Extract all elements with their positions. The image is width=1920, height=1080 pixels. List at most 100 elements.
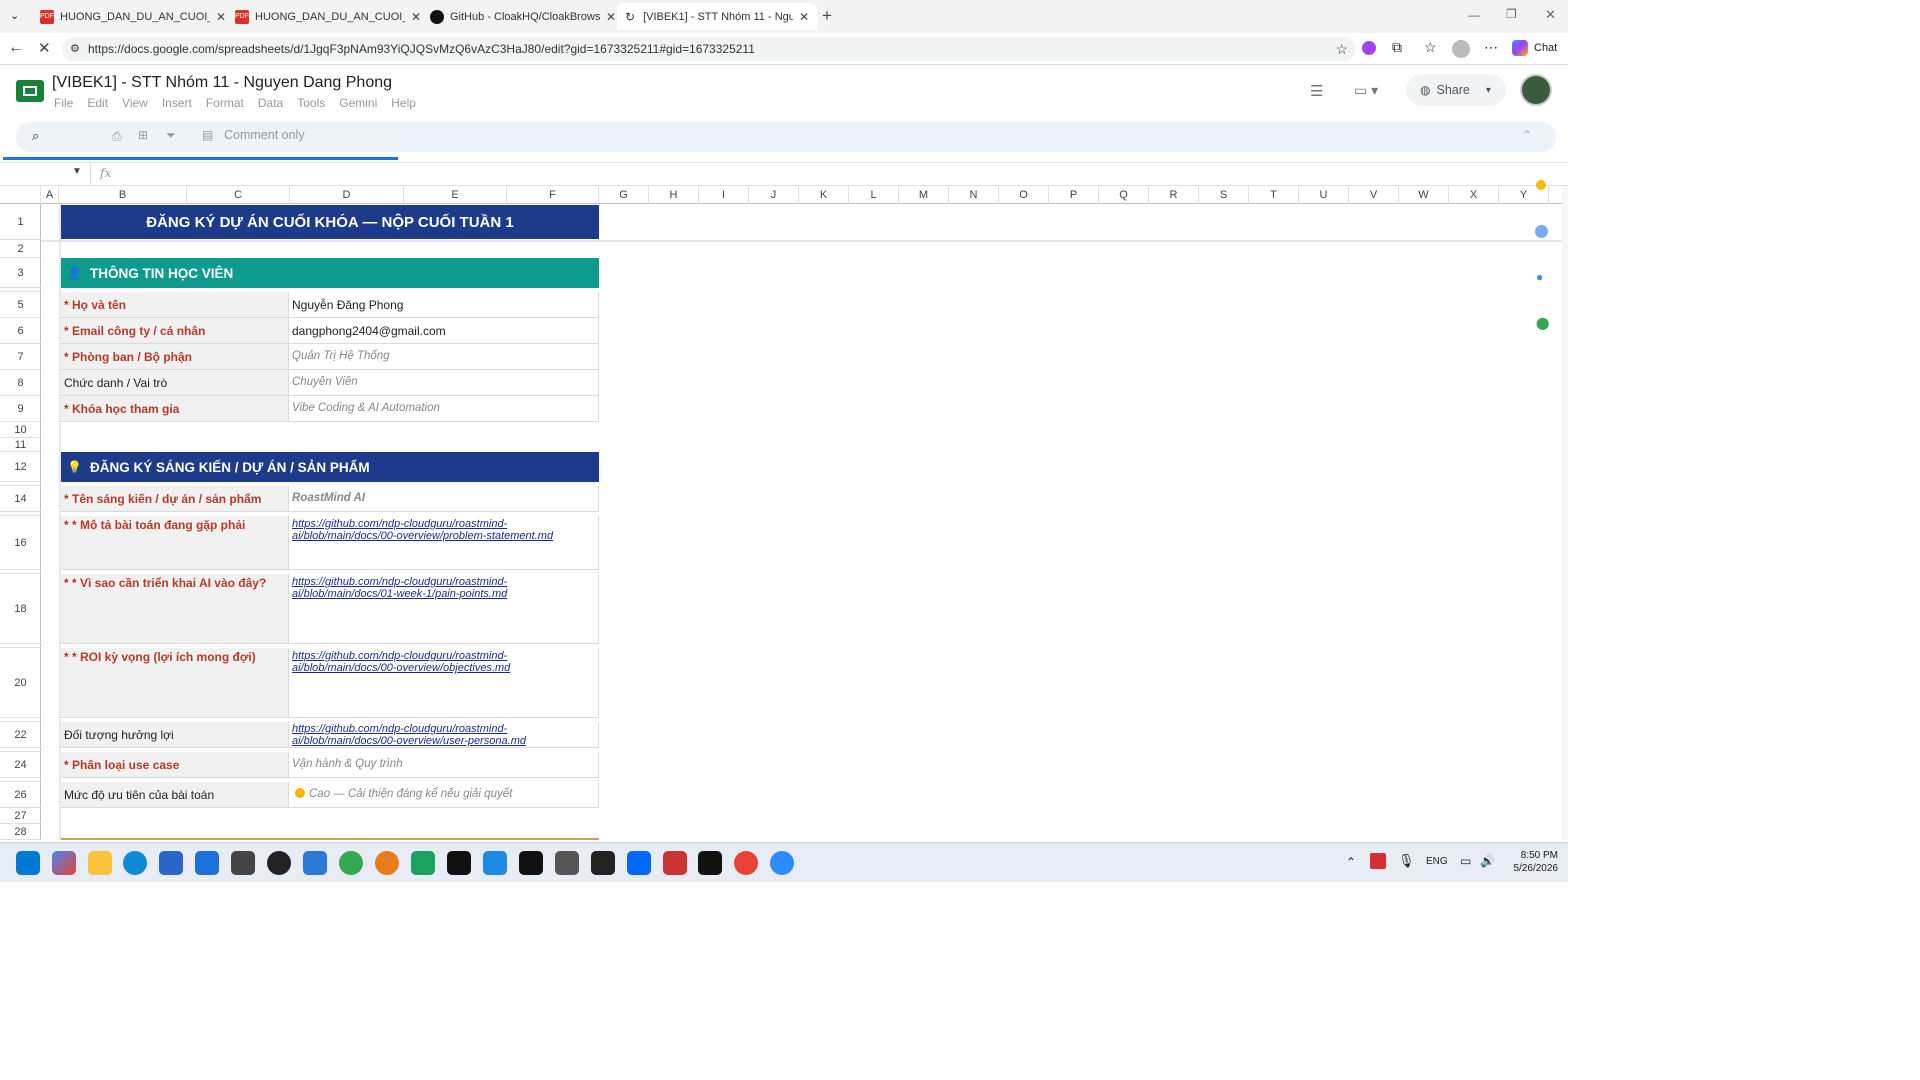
- comment-only-label[interactable]: Comment only: [224, 128, 305, 142]
- column-header[interactable]: C: [187, 186, 290, 204]
- menu-view[interactable]: View: [122, 96, 148, 110]
- meet-video-icon[interactable]: ▭ ▾: [1354, 82, 1378, 99]
- vscode-icon[interactable]: [303, 851, 327, 875]
- menu-data[interactable]: Data: [258, 96, 283, 110]
- cube-app-2-icon[interactable]: [555, 851, 579, 875]
- close-icon[interactable]: ✕: [216, 10, 226, 24]
- copilot-extension-icon[interactable]: [1362, 41, 1376, 55]
- field-value-course[interactable]: Vibe Coding & AI Automation: [289, 396, 599, 422]
- field-link-pain-points[interactable]: https://github.com/ndp-cloudguru/roastmi…: [289, 574, 599, 644]
- field-label[interactable]: * Phòng ban / Bộ phận: [61, 344, 289, 370]
- microphone-icon[interactable]: 🎙: [1398, 853, 1415, 869]
- field-link-problem-statement[interactable]: https://github.com/ndp-cloudguru/roastmi…: [289, 516, 599, 570]
- url-field[interactable]: ⚙ https://docs.google.com/spreadsheets/d…: [62, 37, 1356, 61]
- collapse-toolbar-icon[interactable]: ⌃: [1522, 128, 1532, 142]
- row-header[interactable]: 22: [0, 722, 41, 748]
- row-header[interactable]: 7: [0, 344, 41, 370]
- row-header[interactable]: 2: [0, 240, 41, 258]
- column-header[interactable]: M: [899, 186, 949, 204]
- field-label[interactable]: Đối tượng hưởng lợi: [61, 722, 289, 748]
- field-value-priority[interactable]: Cao — Cải thiện đáng kể nếu giải quyết: [289, 782, 599, 808]
- name-box-dropdown-icon[interactable]: ▼: [72, 166, 82, 177]
- start-windows-icon[interactable]: [16, 851, 40, 875]
- language-indicator[interactable]: ENG: [1426, 856, 1448, 867]
- section-project-registration[interactable]: 💡 ĐĂNG KÝ SÁNG KIẾN / DỰ ÁN / SẢN PHẨM: [61, 452, 599, 482]
- menu-help[interactable]: Help: [391, 96, 416, 110]
- w-app-icon[interactable]: [447, 851, 471, 875]
- terminal-2-icon[interactable]: [698, 851, 722, 875]
- field-label[interactable]: Chức danh / Vai trò: [61, 370, 289, 396]
- menu-format[interactable]: Format: [206, 96, 244, 110]
- copilot-app-icon[interactable]: [52, 851, 76, 875]
- section-student-info[interactable]: 👤 THÔNG TIN HỌC VIÊN: [61, 258, 599, 288]
- menu-insert[interactable]: Insert: [162, 96, 192, 110]
- document-title[interactable]: [VIBEK1] - STT Nhóm 11 - Nguyen Dang Pho…: [52, 74, 392, 92]
- field-label[interactable]: * Khóa học tham gia: [61, 396, 289, 422]
- chrome-icon[interactable]: [339, 851, 363, 875]
- stop-loading-button[interactable]: ✕: [38, 39, 51, 57]
- menu-file[interactable]: File: [54, 96, 73, 110]
- browser-tab[interactable]: PDF HUONG_DAN_DU_AN_CUOI_KHOA ✕: [227, 3, 429, 30]
- edge-icon[interactable]: [123, 851, 147, 875]
- field-label[interactable]: * Họ và tên: [61, 292, 289, 318]
- row-header[interactable]: 8: [0, 370, 41, 396]
- select-all-corner[interactable]: [0, 186, 41, 204]
- column-header[interactable]: G: [599, 186, 649, 204]
- column-header[interactable]: E: [404, 186, 507, 204]
- cube-app-icon[interactable]: [231, 851, 255, 875]
- column-header[interactable]: A: [41, 186, 59, 204]
- visual-studio-icon[interactable]: [411, 851, 435, 875]
- row-header[interactable]: 3: [0, 258, 41, 288]
- close-icon[interactable]: ✕: [411, 10, 421, 24]
- column-header[interactable]: X: [1449, 186, 1499, 204]
- zalo-icon[interactable]: [627, 851, 651, 875]
- extensions-icon[interactable]: ⧉: [1392, 39, 1402, 56]
- file-explorer-icon[interactable]: [88, 851, 112, 875]
- field-value-fullname[interactable]: Nguyễn Đăng Phong: [289, 292, 599, 318]
- column-header[interactable]: R: [1149, 186, 1199, 204]
- zoom-icon[interactable]: [770, 851, 794, 875]
- row-header[interactable]: 9: [0, 396, 41, 422]
- row-header[interactable]: 27: [0, 808, 41, 824]
- chat-button[interactable]: Chat: [1512, 40, 1557, 56]
- menu-edit[interactable]: Edit: [87, 96, 108, 110]
- column-header[interactable]: Q: [1099, 186, 1149, 204]
- field-value-department[interactable]: Quản Trị Hệ Thống: [289, 344, 599, 370]
- column-header[interactable]: I: [699, 186, 749, 204]
- tray-chevron-up-icon[interactable]: ⌃: [1346, 855, 1356, 869]
- contacts-icon[interactable]: ●: [1536, 270, 1543, 284]
- clock[interactable]: 8:50 PM 5/26/2026: [1508, 849, 1559, 875]
- field-value-project-name[interactable]: RoastMind AI: [289, 486, 599, 512]
- column-header[interactable]: O: [999, 186, 1049, 204]
- column-header[interactable]: W: [1399, 186, 1449, 204]
- row-header[interactable]: 5: [0, 292, 41, 318]
- row-header[interactable]: 11: [0, 438, 41, 452]
- store-icon[interactable]: [159, 851, 183, 875]
- network-icon[interactable]: ▭: [1460, 854, 1471, 868]
- column-header[interactable]: K: [799, 186, 849, 204]
- keep-icon[interactable]: [1536, 180, 1546, 190]
- browser-tab[interactable]: GitHub - CloakHQ/CloakBrowser: S ✕: [422, 3, 624, 30]
- column-header[interactable]: V: [1349, 186, 1399, 204]
- browser-tab-active[interactable]: ↻ [VIBEK1] - STT Nhóm 11 - Nguyen ✕: [617, 3, 818, 30]
- restore-button[interactable]: ❐: [1506, 7, 1517, 21]
- field-link-user-persona[interactable]: https://github.com/ndp-cloudguru/roastmi…: [289, 722, 599, 748]
- field-link-objectives[interactable]: https://github.com/ndp-cloudguru/roastmi…: [289, 648, 599, 718]
- share-button[interactable]: ◍ Share ▾: [1406, 74, 1506, 106]
- bookmark-star-icon[interactable]: ☆: [1335, 37, 1348, 61]
- add-comment-icon[interactable]: ⊞: [138, 128, 148, 142]
- penguin-app-icon[interactable]: [267, 851, 291, 875]
- profile-avatar[interactable]: [1452, 40, 1470, 58]
- gear-app-icon[interactable]: [483, 851, 507, 875]
- row-header[interactable]: 20: [0, 648, 41, 718]
- site-info-icon[interactable]: ⚙: [70, 37, 80, 61]
- window-close-button[interactable]: ✕: [1545, 7, 1556, 23]
- maps-icon[interactable]: ⬤: [1536, 316, 1549, 330]
- field-value-email[interactable]: dangphong2404@gmail.com: [289, 318, 599, 344]
- column-header[interactable]: T: [1249, 186, 1299, 204]
- back-button[interactable]: ←: [8, 39, 24, 57]
- column-header[interactable]: B: [59, 186, 187, 204]
- chrome-profile-icon[interactable]: [734, 851, 758, 875]
- vivaldi-tray-icon[interactable]: [1370, 853, 1386, 869]
- row-header[interactable]: 12: [0, 452, 41, 482]
